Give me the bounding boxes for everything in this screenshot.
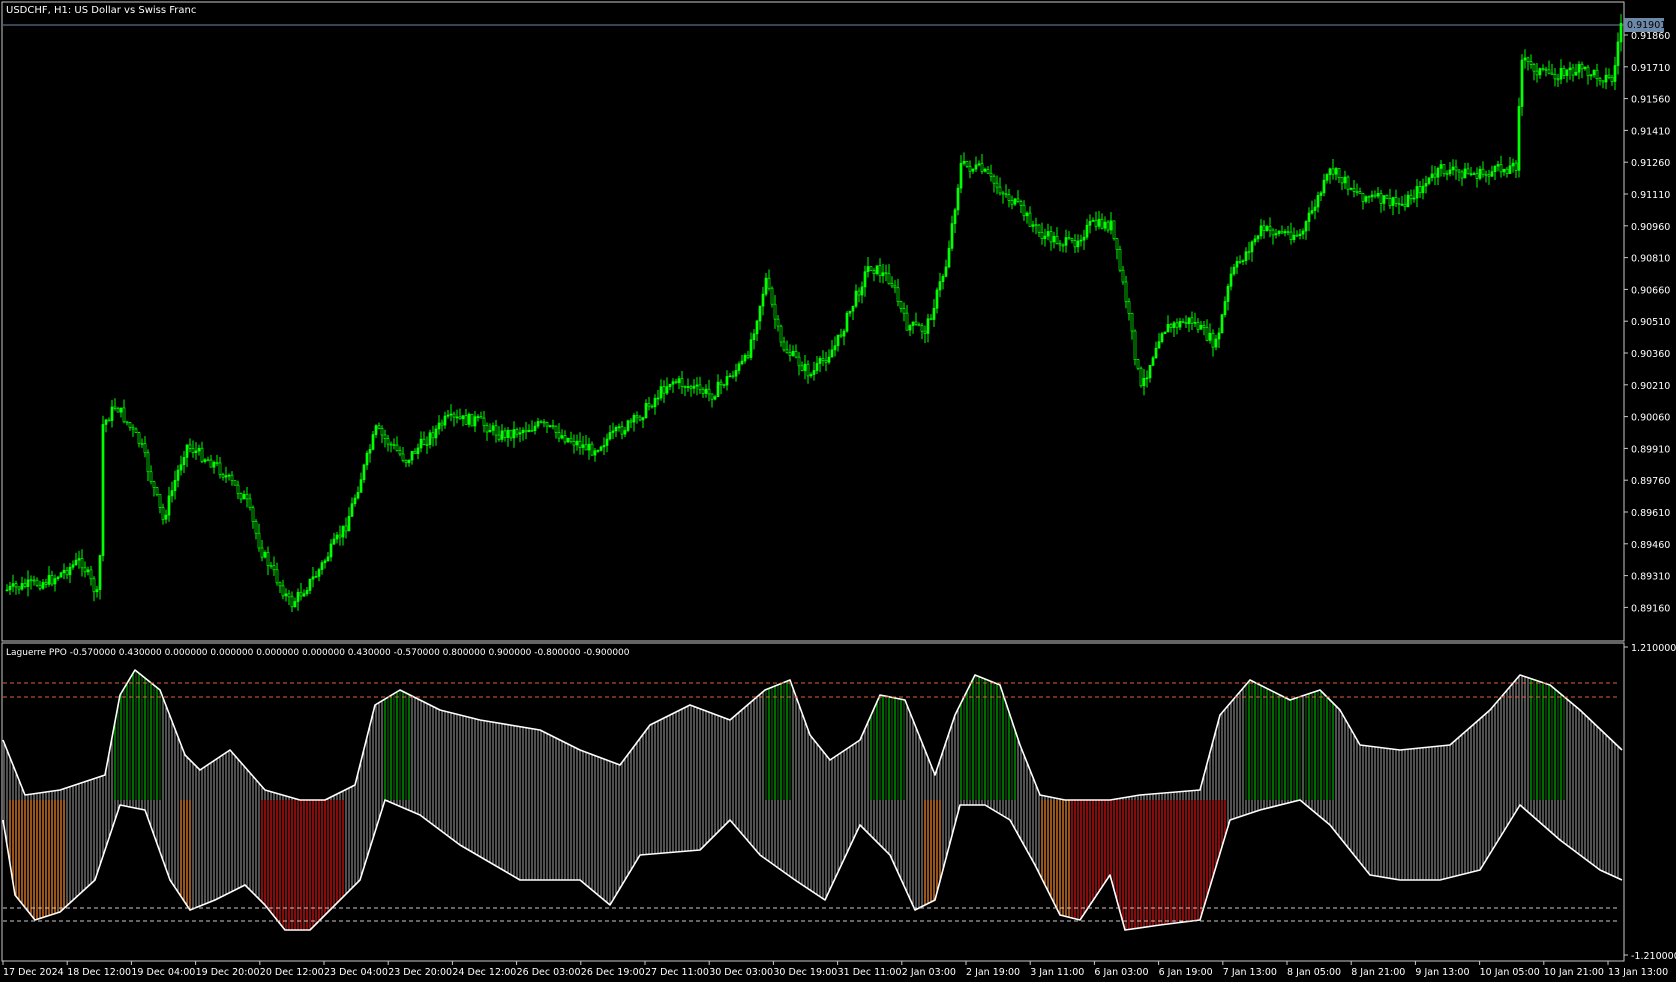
chart-window[interactable]: USDCHF, H1: US Dollar vs Swiss Franc 0.9… [0,0,1676,982]
indicator-title: Laguerre PPO -0.570000 0.430000 0.000000… [6,648,630,658]
price-tick-label: 0.90810 [1631,254,1670,265]
time-tick-label: 9 Jan 13:00 [1415,967,1469,978]
price-tick-label: 0.90360 [1631,349,1670,360]
price-tick-label: 0.91710 [1631,63,1670,74]
price-tick-label: 0.89310 [1631,572,1670,583]
time-tick-label: 10 Jan 05:00 [1480,967,1540,978]
price-tick-label: 0.91260 [1631,158,1670,169]
price-tick-label: 0.89910 [1631,444,1670,455]
time-tick-label: 18 Dec 12:00 [67,967,131,978]
time-tick-label: 24 Dec 12:00 [452,967,516,978]
time-tick-label: 6 Jan 03:00 [1094,967,1148,978]
price-tick-label: 0.89460 [1631,540,1670,551]
time-tick-label: 26 Dec 03:00 [517,967,581,978]
time-tick-label: 7 Jan 13:00 [1223,967,1277,978]
time-tick-label: 30 Dec 03:00 [709,967,773,978]
price-tick-label: 0.90960 [1631,222,1670,233]
price-tick-label: 0.91410 [1631,126,1670,137]
current-price-label: 0.91901 [1627,20,1666,31]
indicator-scale-top: 1.210000 [1631,643,1676,654]
indicator-scale-bottom: -1.210000 [1631,951,1676,962]
price-tick-label: 0.91560 [1631,95,1670,106]
time-tick-label: 30 Dec 19:00 [773,967,837,978]
time-tick-label: 20 Dec 12:00 [260,967,324,978]
time-tick-label: 8 Jan 05:00 [1287,967,1341,978]
time-tick-label: 17 Dec 2024 [3,967,64,978]
time-tick-label: 10 Jan 21:00 [1544,967,1604,978]
time-tick-label: 19 Dec 20:00 [196,967,260,978]
price-tick-label: 0.90210 [1631,381,1670,392]
price-tick-label: 0.91860 [1631,31,1670,42]
time-tick-label: 23 Dec 04:00 [324,967,388,978]
time-tick-label: 26 Dec 19:00 [581,967,645,978]
price-tick-label: 0.90660 [1631,285,1670,296]
time-tick-label: 13 Jan 13:00 [1608,967,1668,978]
price-tick-label: 0.89160 [1631,603,1670,614]
price-tick-label: 0.89610 [1631,508,1670,519]
time-tick-label: 2 Jan 19:00 [966,967,1020,978]
price-tick-label: 0.91110 [1631,190,1670,201]
time-tick-label: 27 Dec 11:00 [645,967,709,978]
time-tick-label: 3 Jan 11:00 [1030,967,1084,978]
time-tick-label: 31 Dec 11:00 [838,967,902,978]
time-tick-label: 6 Jan 19:00 [1159,967,1213,978]
time-tick-label: 8 Jan 21:00 [1351,967,1405,978]
time-tick-label: 23 Dec 20:00 [388,967,452,978]
price-axis: 0.91860 0.91710 0.91560 0.91410 0.91260 0.911… [1624,31,1670,614]
price-tick-label: 0.90060 [1631,413,1670,424]
time-tick-label: 19 Dec 04:00 [131,967,195,978]
price-pane[interactable] [1,1,1625,642]
symbol-title: USDCHF, H1: US Dollar vs Swiss Franc [6,5,196,16]
price-tick-label: 0.90510 [1631,317,1670,328]
price-tick-label: 0.89760 [1631,476,1670,487]
time-tick-label: 2 Jan 03:00 [902,967,956,978]
time-axis: 17 Dec 2024 18 Dec 12:00 19 Dec 04:00 19 De… [2,961,1668,978]
